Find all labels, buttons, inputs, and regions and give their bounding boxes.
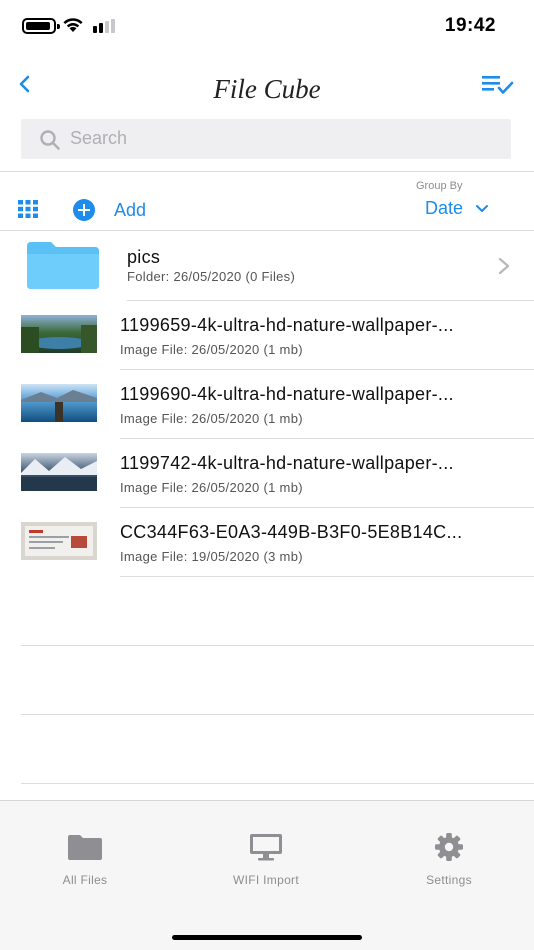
tab-bar: All Files WIFI Import Settings bbox=[0, 800, 534, 950]
divider bbox=[21, 645, 534, 646]
divider bbox=[21, 783, 534, 784]
list-item-file[interactable]: 1199659-4k-ultra-hd-nature-wallpaper-...… bbox=[0, 300, 534, 369]
image-thumbnail bbox=[21, 384, 97, 422]
file-info: Folder: 26/05/2020 (0 Files) bbox=[127, 269, 296, 284]
folder-icon bbox=[68, 835, 102, 860]
tab-all-files[interactable]: All Files bbox=[15, 831, 155, 887]
toolbar: Add Group By Date bbox=[0, 172, 534, 230]
file-name: 1199690-4k-ultra-hd-nature-wallpaper-... bbox=[120, 384, 454, 404]
tab-wifi-import[interactable]: WIFI Import bbox=[196, 831, 336, 887]
gear-icon bbox=[435, 833, 463, 861]
file-info: Image File: 26/05/2020 (1 mb) bbox=[120, 411, 303, 426]
tab-label: Settings bbox=[426, 873, 472, 887]
search-placeholder: Search bbox=[70, 128, 128, 148]
tab-label: WIFI Import bbox=[233, 873, 299, 887]
file-name: CC344F63-E0A3-449B-B3F0-5E8B14C... bbox=[120, 522, 463, 542]
search-input[interactable]: Search bbox=[21, 119, 511, 159]
add-button[interactable]: Add bbox=[73, 198, 146, 222]
tab-settings[interactable]: Settings bbox=[379, 831, 519, 887]
file-info: Image File: 19/05/2020 (3 mb) bbox=[120, 549, 303, 564]
file-name: pics bbox=[127, 247, 161, 267]
image-thumbnail bbox=[21, 315, 97, 353]
chevron-right-icon bbox=[498, 257, 510, 275]
grid-view-icon[interactable] bbox=[18, 200, 38, 218]
list-item-file[interactable]: CC344F63-E0A3-449B-B3F0-5E8B14C... Image… bbox=[0, 507, 534, 576]
file-name: 1199659-4k-ultra-hd-nature-wallpaper-... bbox=[120, 315, 454, 335]
list-item-file[interactable]: 1199742-4k-ultra-hd-nature-wallpaper-...… bbox=[0, 438, 534, 507]
select-list-icon[interactable] bbox=[482, 73, 514, 97]
folder-icon bbox=[27, 242, 99, 289]
monitor-icon bbox=[250, 834, 282, 861]
file-name: 1199742-4k-ultra-hd-nature-wallpaper-... bbox=[120, 453, 454, 473]
file-info: Image File: 26/05/2020 (1 mb) bbox=[120, 480, 303, 495]
group-by-dropdown[interactable]: Date bbox=[425, 198, 489, 219]
group-by-value: Date bbox=[425, 198, 464, 218]
divider bbox=[120, 576, 534, 577]
list-item-file[interactable]: 1199690-4k-ultra-hd-nature-wallpaper-...… bbox=[0, 369, 534, 438]
list-item-folder[interactable]: pics Folder: 26/05/2020 (0 Files) bbox=[0, 231, 534, 300]
wifi-icon bbox=[63, 18, 83, 32]
chevron-down-icon bbox=[476, 205, 489, 212]
search-icon bbox=[40, 130, 60, 150]
status-time: 19:42 bbox=[444, 15, 496, 36]
tab-label: All Files bbox=[62, 873, 108, 887]
divider bbox=[21, 714, 534, 715]
cellular-signal-icon bbox=[93, 19, 115, 33]
home-indicator bbox=[172, 935, 362, 940]
image-thumbnail bbox=[21, 522, 97, 560]
add-circle-icon bbox=[73, 199, 95, 221]
image-thumbnail bbox=[21, 453, 97, 491]
battery-icon bbox=[22, 18, 60, 34]
status-bar: 19:42 bbox=[0, 0, 534, 52]
file-info: Image File: 26/05/2020 (1 mb) bbox=[120, 342, 303, 357]
add-label: Add bbox=[114, 199, 147, 220]
page-title: File Cube bbox=[213, 74, 321, 104]
navigation-bar: File Cube bbox=[0, 60, 534, 116]
group-by-label: Group By bbox=[416, 180, 463, 192]
